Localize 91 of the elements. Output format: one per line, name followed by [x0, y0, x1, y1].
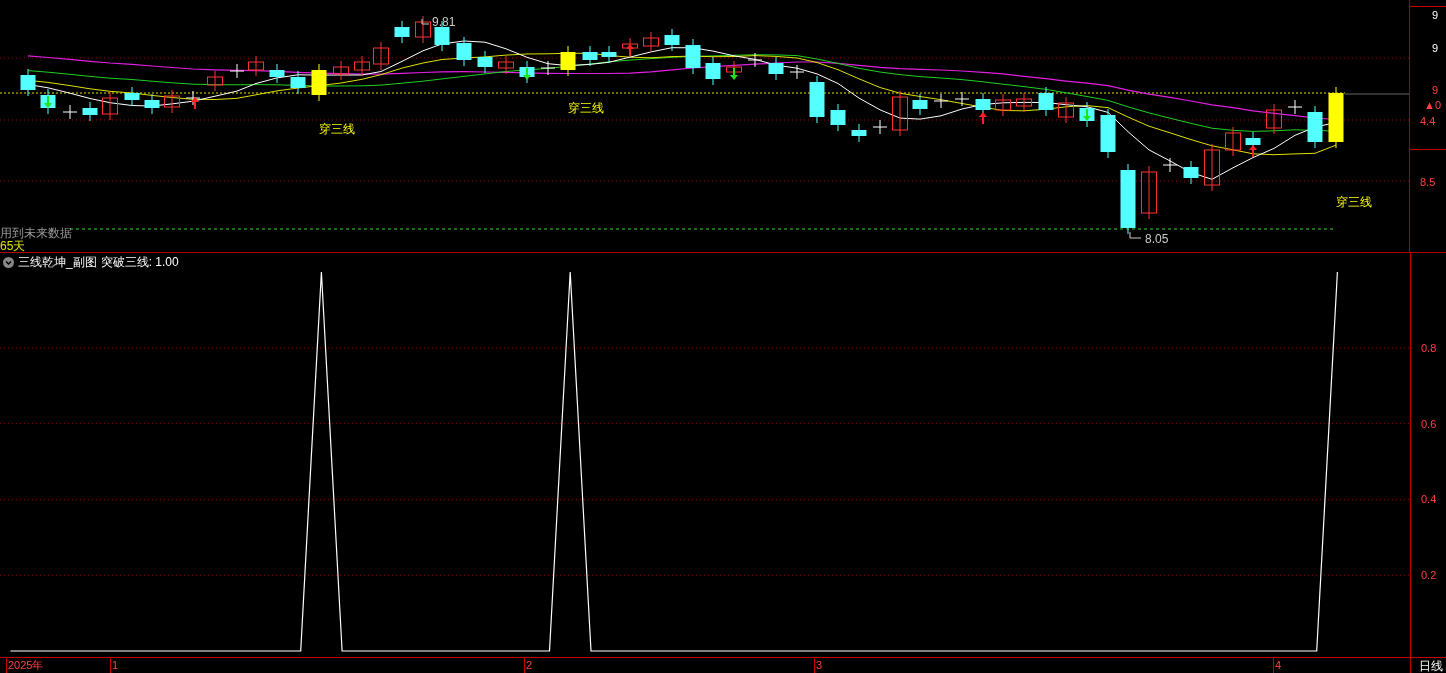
candlestick	[705, 56, 721, 86]
candlestick	[498, 55, 514, 75]
candlestick	[747, 52, 763, 68]
candlestick	[229, 63, 245, 79]
candlestick	[892, 90, 908, 137]
axis-label: 9	[1432, 9, 1439, 21]
candlestick	[872, 119, 888, 135]
candlestick	[311, 63, 327, 102]
candlestick	[601, 45, 617, 64]
up-arrow-icon	[1249, 145, 1257, 157]
candlestick	[664, 28, 680, 52]
candlestick	[82, 101, 98, 122]
axis-label: 9	[1432, 42, 1439, 54]
candlestick	[124, 86, 140, 107]
signal-label: 穿三线	[568, 101, 604, 115]
candlestick	[995, 93, 1011, 117]
up-arrow-icon	[626, 44, 634, 56]
axis-label: 0.8	[1421, 341, 1437, 354]
signal-label: 穿三线	[319, 122, 355, 136]
candlestick	[540, 60, 556, 76]
candlestick	[560, 45, 576, 77]
candlestick	[248, 55, 264, 77]
candlestick	[1100, 108, 1116, 159]
candlestick	[1328, 86, 1344, 149]
time-axis-label: 2	[524, 658, 533, 673]
candlestick	[20, 68, 36, 97]
candlestick	[456, 36, 472, 67]
candlestick	[269, 63, 285, 84]
candlestick	[643, 31, 659, 53]
candlestick	[830, 103, 846, 132]
candlestick	[1038, 86, 1054, 117]
candlestick	[954, 91, 970, 107]
candlestick	[373, 41, 389, 71]
candlestick	[1287, 99, 1303, 115]
candlestick	[102, 91, 118, 121]
candlestick	[789, 64, 805, 80]
candlestick	[582, 45, 598, 67]
indicator-reading: : 1.00	[148, 254, 179, 271]
candlestick	[185, 90, 201, 106]
candlestick	[333, 60, 349, 81]
up-arrow-icon	[191, 97, 199, 109]
indicator-title: 三线乾坤_副图	[18, 254, 97, 271]
candlestick	[1225, 126, 1241, 157]
time-axis-label: 2025年	[6, 658, 44, 673]
candlestick	[62, 104, 78, 120]
axis-label: 0.2	[1421, 569, 1437, 582]
candlestick	[685, 38, 701, 75]
candlestick	[207, 70, 223, 92]
axis-label: 8.5	[1420, 176, 1436, 188]
candlestick	[164, 89, 180, 114]
axis-label: ▲0	[1424, 99, 1441, 111]
down-arrow-icon	[1083, 109, 1091, 121]
time-axis-label: 4	[1273, 658, 1282, 673]
candlestick	[851, 123, 867, 143]
candlestick	[1266, 103, 1282, 135]
candlestick	[290, 70, 306, 95]
axis-label: 0.4	[1421, 493, 1437, 506]
candlestick	[1120, 163, 1136, 235]
candlestick	[1162, 157, 1178, 173]
candlestick	[354, 55, 370, 77]
candlestick	[477, 50, 493, 74]
period-tab[interactable]: 日线	[1411, 656, 1443, 673]
down-arrow-icon	[44, 96, 52, 108]
series-name: 突破三线	[100, 254, 149, 271]
down-arrow-icon	[523, 68, 531, 80]
candlestick	[1058, 96, 1074, 124]
candlestick	[1016, 92, 1032, 113]
up-arrow-icon	[979, 112, 987, 124]
candlestick	[1183, 160, 1199, 185]
time-axis-label: 3	[814, 658, 823, 673]
period-count: 65天	[0, 239, 26, 252]
candlestick	[415, 15, 431, 44]
signal-label: 穿三线	[1336, 195, 1372, 209]
time-axis-label: 1	[110, 658, 119, 673]
candlestick	[1204, 143, 1220, 192]
candlestick	[768, 56, 784, 81]
candlestick	[912, 93, 928, 116]
high-price-label: 9.81	[432, 15, 456, 29]
low-price-label: 8.05	[1145, 232, 1169, 246]
candlestick	[394, 20, 410, 44]
collapse-icon[interactable]	[3, 256, 14, 268]
candlestick	[809, 75, 825, 124]
future-data-notice: 用到未来数据	[0, 226, 72, 240]
down-arrow-icon	[730, 68, 738, 80]
candlestick	[144, 93, 160, 115]
axis-label: 0.6	[1421, 417, 1437, 430]
axis-label: 4.4	[1420, 115, 1436, 127]
axis-label: 9	[1432, 84, 1439, 96]
candlestick	[1141, 165, 1157, 220]
candlestick	[933, 93, 949, 109]
candlestick	[1307, 105, 1323, 149]
